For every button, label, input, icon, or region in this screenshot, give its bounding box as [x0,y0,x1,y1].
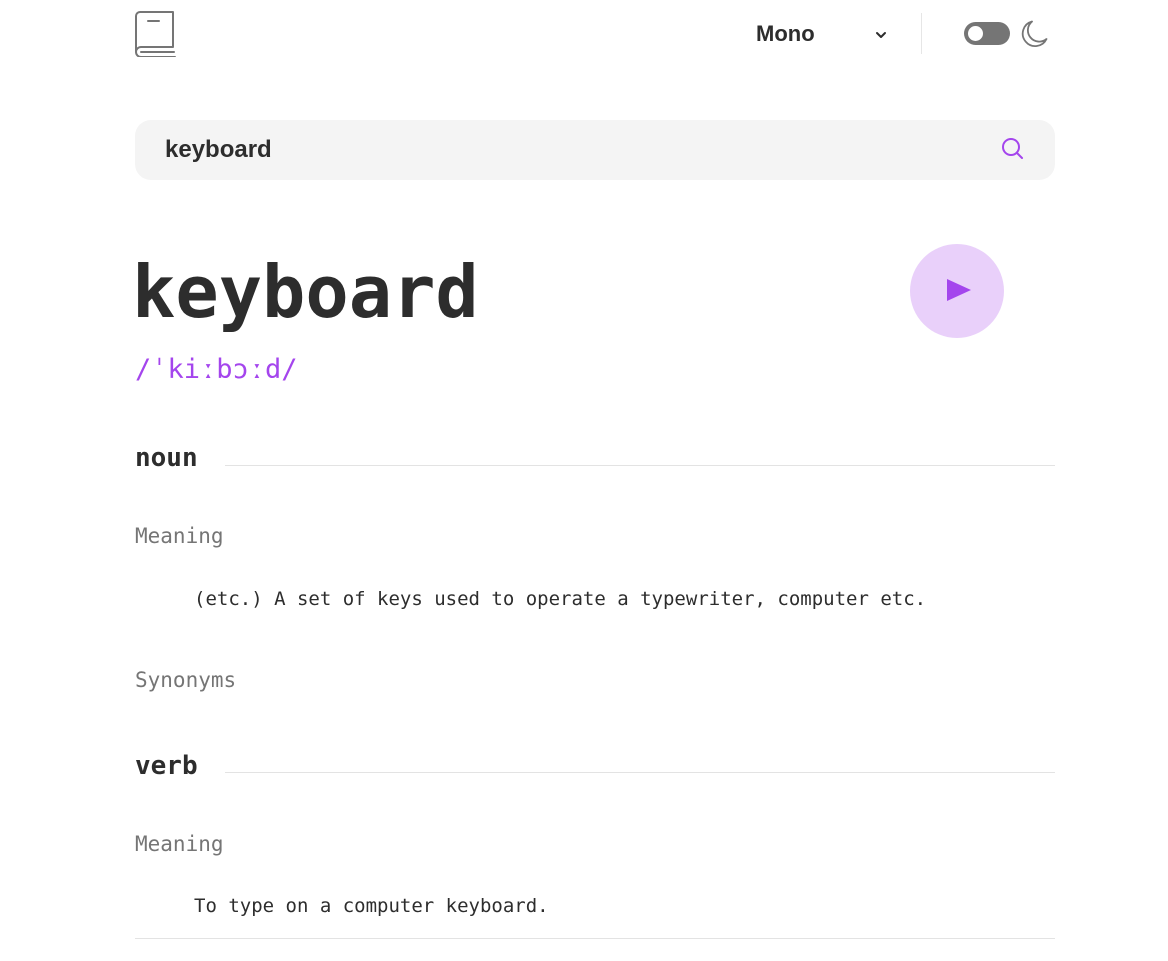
chevron-down-icon [874,27,888,41]
moon-icon [1021,20,1048,48]
search-input[interactable] [165,120,985,180]
phonetic-text: /ˈkiːbɔːd/ [135,354,298,385]
part-of-speech-verb: verb [135,751,198,781]
font-family-selected: Mono [756,21,815,46]
section-divider [225,465,1055,466]
play-icon [947,279,971,301]
part-of-speech-noun: noun [135,443,198,473]
synonyms-heading: Synonyms [135,668,237,692]
app-header: Mono [135,0,1055,70]
word-title: keyboard [132,250,479,334]
section-divider [225,772,1055,773]
definition-text: (etc.) A set of keys used to operate a t… [194,588,927,610]
book-icon [135,11,177,58]
theme-toggle[interactable] [964,22,1010,45]
toggle-knob [968,26,983,41]
search-bar [135,120,1055,180]
bottom-divider [135,938,1055,939]
search-icon[interactable] [1000,136,1026,162]
play-pronunciation-button[interactable] [910,244,1004,338]
dictionary-app: Mono keyboard /ˈkiːbɔːd/ [132,0,1055,961]
meaning-heading: Meaning [135,524,224,548]
meaning-heading: Meaning [135,832,224,856]
definition-text: To type on a computer keyboard. [194,895,549,917]
font-family-dropdown[interactable]: Mono [756,18,888,50]
header-divider [921,13,922,54]
